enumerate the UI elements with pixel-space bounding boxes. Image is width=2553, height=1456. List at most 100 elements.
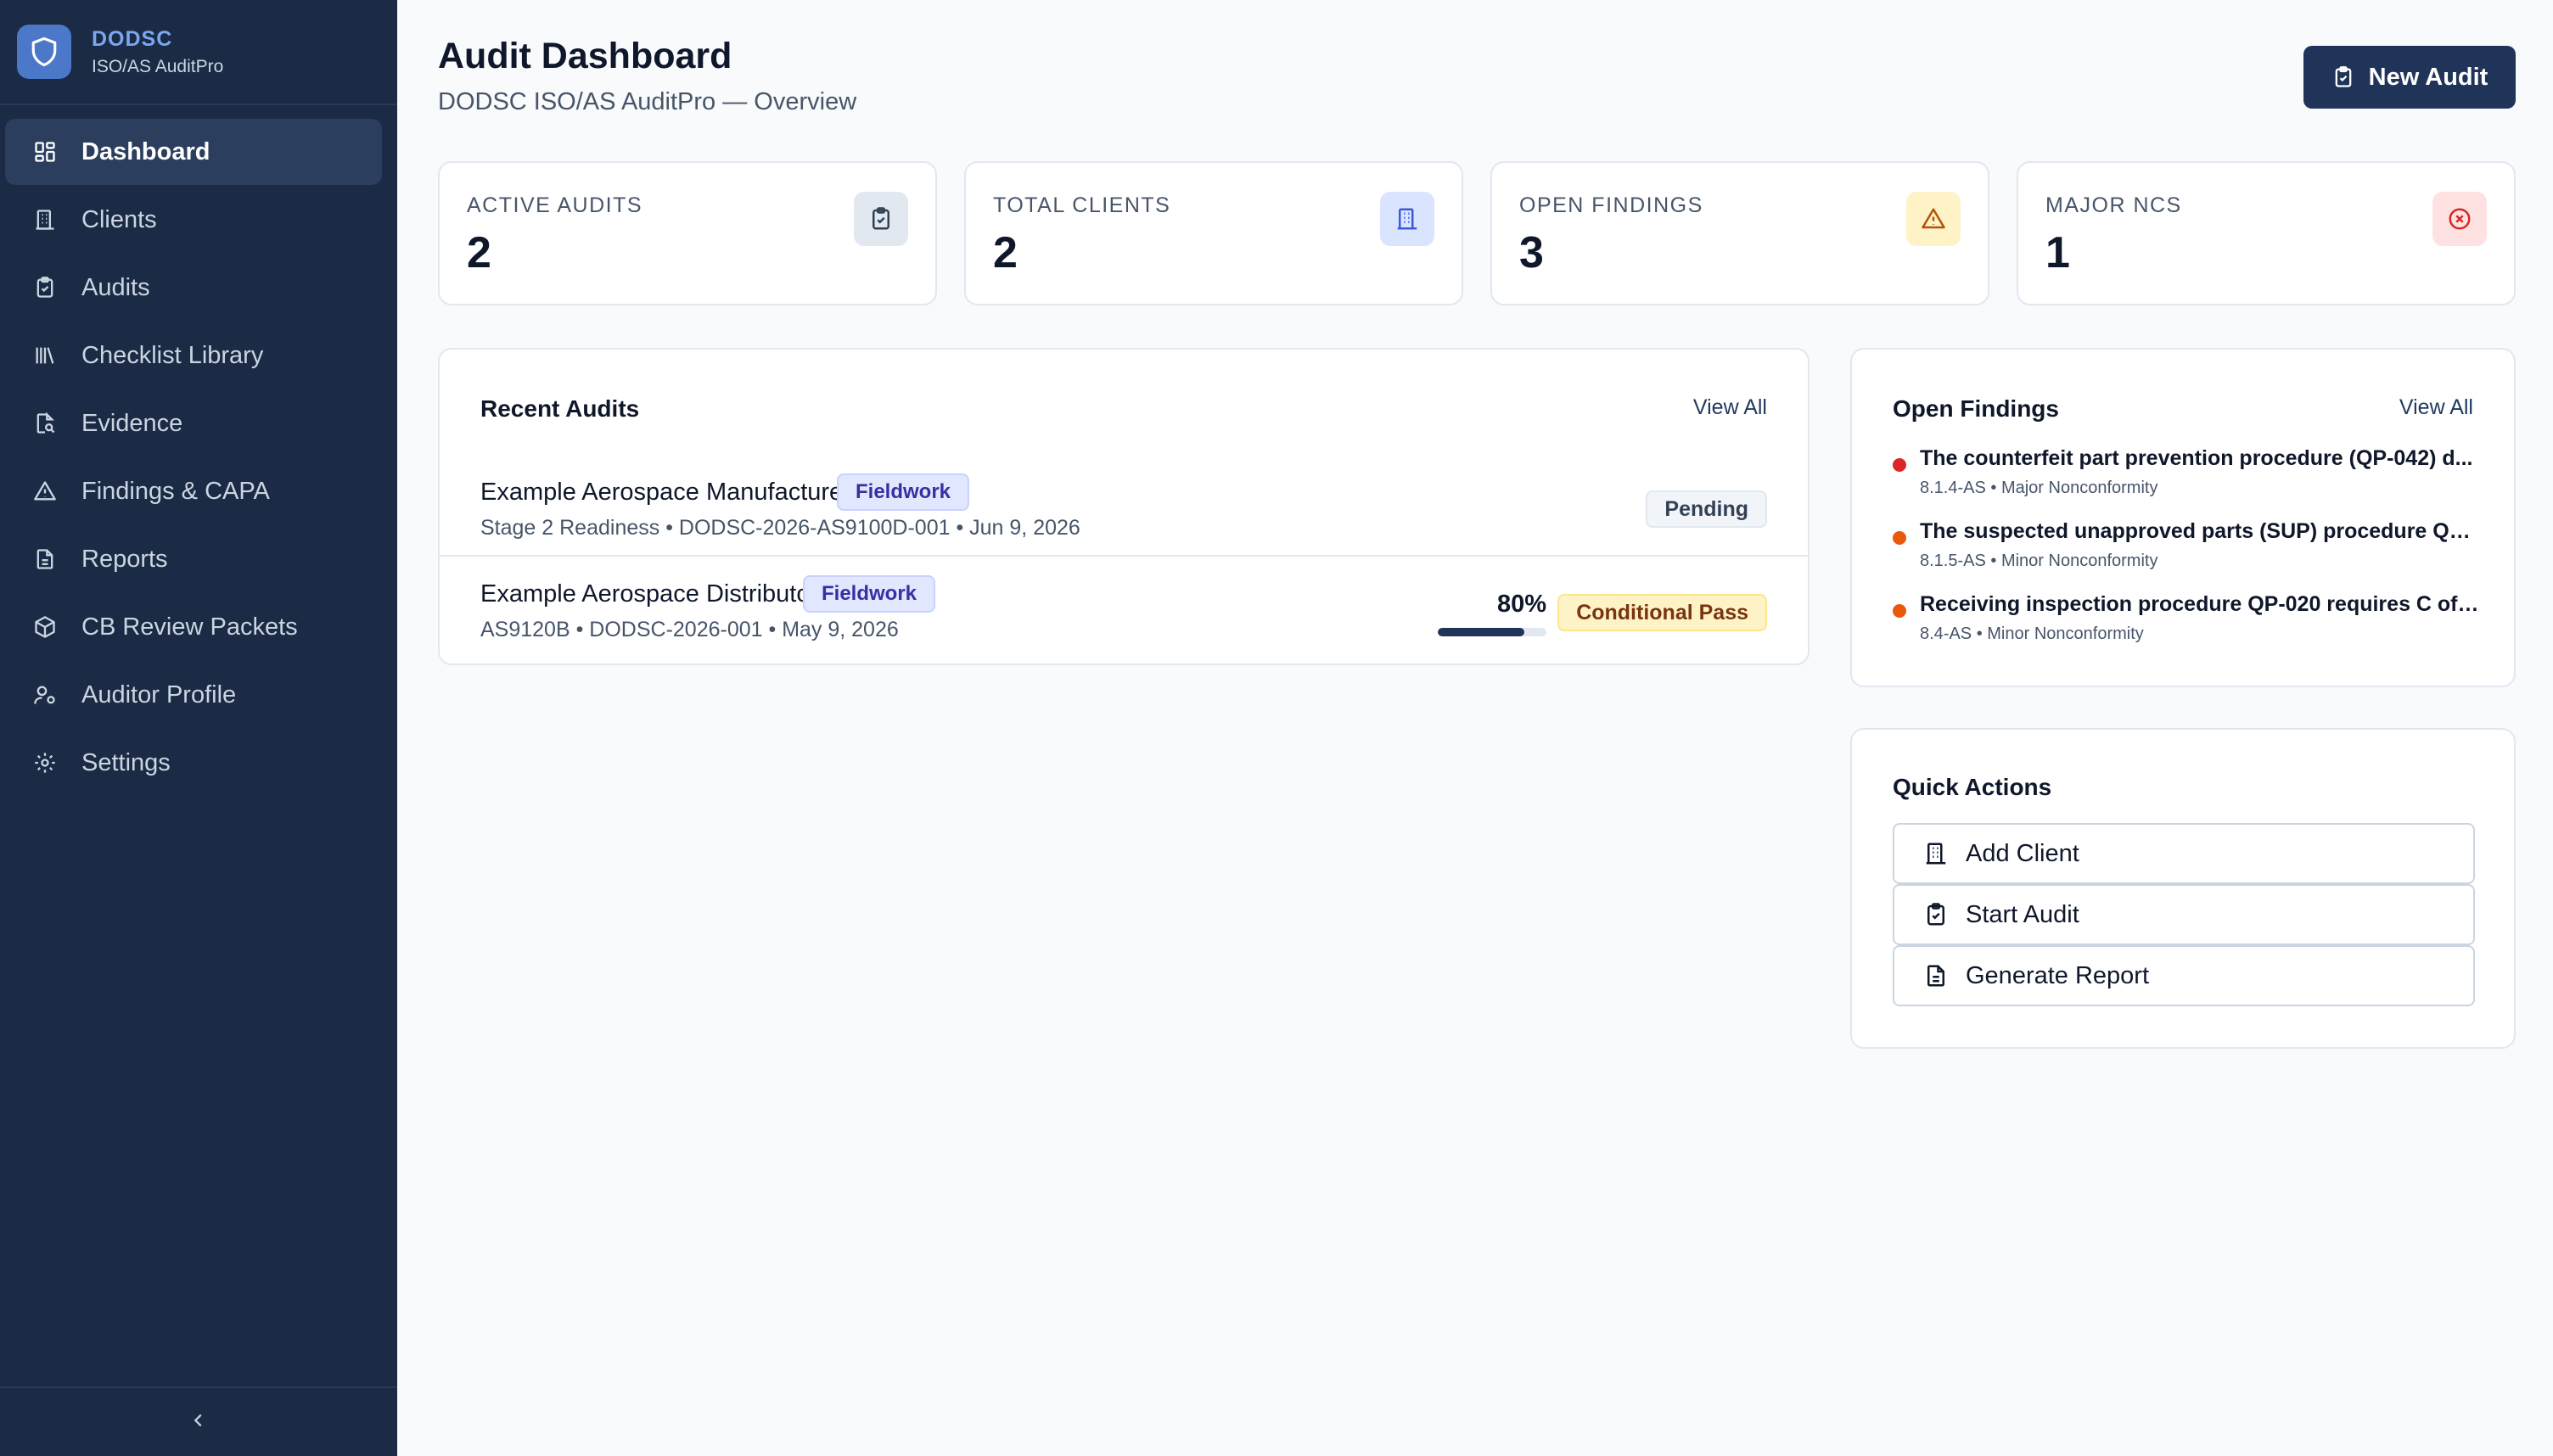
finding-text: The counterfeit part prevention procedur… bbox=[1920, 446, 2473, 470]
main-content: Audit Dashboard DODSC ISO/AS AuditPro — … bbox=[397, 0, 2553, 1456]
quick-actions-panel: Quick Actions Add Client Start Audit Gen… bbox=[1850, 728, 2516, 1049]
finding-meta: 8.1.5-AS • Minor Nonconformity bbox=[1920, 552, 2158, 570]
new-audit-label: New Audit bbox=[2368, 63, 2488, 91]
stat-value: 1 bbox=[2045, 228, 2070, 277]
stat-card-major-ncs: MAJOR NCS 1 bbox=[2017, 161, 2516, 305]
shield-icon bbox=[17, 25, 71, 79]
sidebar-item-settings[interactable]: Settings bbox=[5, 730, 382, 796]
open-findings-panel: Open Findings View All The counterfeit p… bbox=[1850, 348, 2516, 687]
sidebar-item-label: Settings bbox=[81, 748, 171, 776]
audit-meta: AS9120B • DODSC-2026-001 • May 9, 2026 bbox=[480, 618, 899, 641]
finding-item[interactable]: Receiving inspection procedure QP-020 re… bbox=[1893, 592, 2487, 648]
stat-label: OPEN FINDINGS bbox=[1519, 193, 1703, 217]
sidebar-item-evidence[interactable]: Evidence bbox=[5, 390, 382, 456]
sidebar-nav: Dashboard Clients Audits Checklist Libra… bbox=[0, 105, 397, 796]
stat-label: MAJOR NCS bbox=[2045, 193, 2182, 217]
package-icon bbox=[31, 613, 59, 641]
dashboard-icon bbox=[31, 137, 59, 166]
panel-title: Quick Actions bbox=[1893, 774, 2052, 800]
finding-item[interactable]: The counterfeit part prevention procedur… bbox=[1893, 446, 2487, 502]
recent-audits-view-all-link[interactable]: View All bbox=[1693, 395, 1767, 420]
clipboard-icon bbox=[854, 192, 908, 246]
chevron-left-icon bbox=[189, 1411, 208, 1434]
panel-title: Recent Audits bbox=[480, 395, 640, 422]
clipboard-icon bbox=[31, 273, 59, 302]
x-circle-icon bbox=[2432, 192, 2487, 246]
stat-value: 2 bbox=[467, 228, 491, 277]
file-search-icon bbox=[31, 409, 59, 438]
finding-meta: 8.4-AS • Minor Nonconformity bbox=[1920, 624, 2144, 643]
generate-report-button[interactable]: Generate Report bbox=[1893, 945, 2475, 1006]
audit-client-name: Example Aerospace Manufacturer bbox=[480, 479, 851, 506]
sidebar-item-clients[interactable]: Clients bbox=[5, 187, 382, 253]
sidebar-item-audits[interactable]: Audits bbox=[5, 255, 382, 321]
sidebar-item-label: Evidence bbox=[81, 409, 183, 437]
sidebar-item-label: Audits bbox=[81, 273, 150, 301]
building-icon bbox=[1923, 841, 1949, 866]
warning-icon bbox=[31, 477, 59, 506]
stat-value: 2 bbox=[993, 228, 1018, 277]
sidebar-item-label: CB Review Packets bbox=[81, 613, 298, 641]
building-icon bbox=[1380, 192, 1434, 246]
phase-badge: Fieldwork bbox=[837, 473, 970, 511]
library-icon bbox=[31, 341, 59, 370]
sidebar: DODSC ISO/AS AuditPro Dashboard Clients … bbox=[0, 0, 397, 1456]
document-icon bbox=[31, 545, 59, 574]
sidebar-item-findings-capa[interactable]: Findings & CAPA bbox=[5, 458, 382, 524]
audit-row[interactable]: Example Aerospace Manufacturer Fieldwork… bbox=[440, 445, 1808, 555]
sidebar-item-auditor-profile[interactable]: Auditor Profile bbox=[5, 662, 382, 728]
finding-meta: 8.1.4-AS • Major Nonconformity bbox=[1920, 479, 2158, 497]
page-subtitle: DODSC ISO/AS AuditPro — Overview bbox=[438, 88, 857, 115]
sidebar-item-checklist-library[interactable]: Checklist Library bbox=[5, 322, 382, 389]
progress-fill bbox=[1438, 628, 1525, 636]
status-badge: Pending bbox=[1646, 490, 1767, 528]
start-audit-button[interactable]: Start Audit bbox=[1893, 884, 2475, 945]
document-icon bbox=[1923, 963, 1949, 988]
new-audit-button[interactable]: New Audit bbox=[2303, 46, 2516, 109]
sidebar-item-label: Dashboard bbox=[81, 137, 210, 165]
gear-icon bbox=[31, 748, 59, 777]
sidebar-item-label: Clients bbox=[81, 205, 157, 233]
button-label: Start Audit bbox=[1966, 900, 2079, 928]
user-cog-icon bbox=[31, 680, 59, 709]
building-icon bbox=[31, 205, 59, 234]
clipboard-icon bbox=[1923, 902, 1949, 927]
brand-subtitle: ISO/AS AuditPro bbox=[92, 56, 224, 76]
stat-label: TOTAL CLIENTS bbox=[993, 193, 1171, 217]
sidebar-item-reports[interactable]: Reports bbox=[5, 526, 382, 592]
recent-audits-panel: Recent Audits View All Example Aerospace… bbox=[438, 348, 1810, 665]
audit-meta: Stage 2 Readiness • DODSC-2026-AS9100D-0… bbox=[480, 516, 1080, 540]
sidebar-item-label: Reports bbox=[81, 545, 168, 573]
sidebar-item-label: Checklist Library bbox=[81, 341, 264, 369]
add-client-button[interactable]: Add Client bbox=[1893, 823, 2475, 884]
stat-value: 3 bbox=[1519, 228, 1544, 277]
phase-badge: Fieldwork bbox=[803, 575, 936, 613]
sidebar-item-label: Auditor Profile bbox=[81, 680, 237, 708]
progress-percent: 80% bbox=[1496, 591, 1546, 618]
brand: DODSC ISO/AS AuditPro bbox=[0, 0, 397, 105]
button-label: Add Client bbox=[1966, 839, 2079, 867]
audit-row[interactable]: Example Aerospace Distributor Fieldwork … bbox=[440, 555, 1808, 665]
sidebar-item-label: Findings & CAPA bbox=[81, 477, 270, 505]
clipboard-icon bbox=[2331, 65, 2355, 89]
severity-dot bbox=[1893, 458, 1906, 472]
button-label: Generate Report bbox=[1966, 961, 2150, 989]
warning-icon bbox=[1906, 192, 1961, 246]
stat-card-total-clients: TOTAL CLIENTS 2 bbox=[964, 161, 1463, 305]
severity-dot bbox=[1893, 531, 1906, 545]
sidebar-collapse-button[interactable] bbox=[0, 1386, 397, 1456]
severity-dot bbox=[1893, 604, 1906, 618]
open-findings-view-all-link[interactable]: View All bbox=[2399, 395, 2473, 420]
stat-card-active-audits: ACTIVE AUDITS 2 bbox=[438, 161, 937, 305]
progress-bar bbox=[1438, 628, 1546, 636]
sidebar-item-cb-review-packets[interactable]: CB Review Packets bbox=[5, 594, 382, 660]
brand-name: DODSC bbox=[92, 26, 173, 51]
finding-text: Receiving inspection procedure QP-020 re… bbox=[1920, 592, 2480, 616]
finding-text: The suspected unapproved parts (SUP) pro… bbox=[1920, 519, 2480, 543]
audit-client-name: Example Aerospace Distributor bbox=[480, 580, 819, 608]
finding-item[interactable]: The suspected unapproved parts (SUP) pro… bbox=[1893, 519, 2487, 575]
stat-label: ACTIVE AUDITS bbox=[467, 193, 643, 217]
sidebar-item-dashboard[interactable]: Dashboard bbox=[5, 119, 382, 185]
page-title: Audit Dashboard bbox=[438, 36, 732, 76]
stat-card-open-findings: OPEN FINDINGS 3 bbox=[1490, 161, 1989, 305]
